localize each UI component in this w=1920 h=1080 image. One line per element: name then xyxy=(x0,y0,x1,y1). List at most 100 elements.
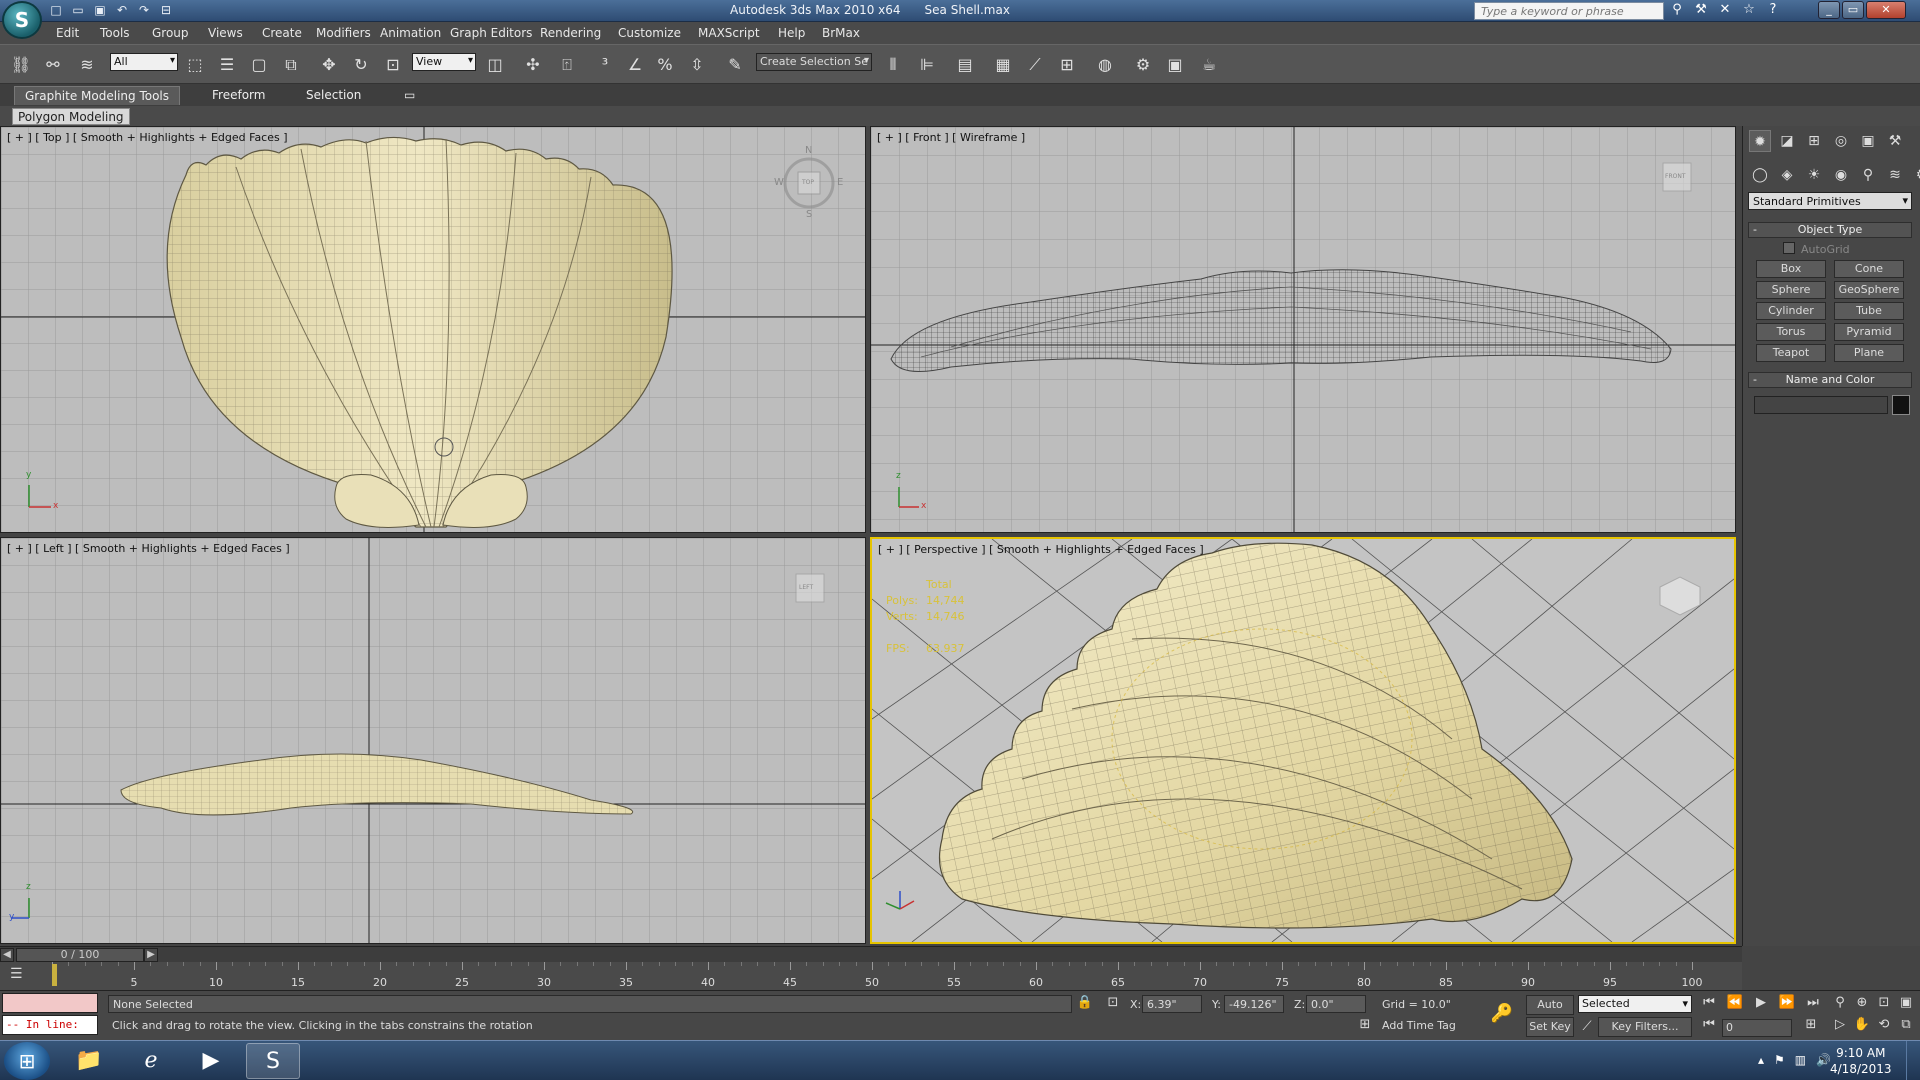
bind-space-warp-icon[interactable]: ≋ xyxy=(74,52,100,78)
select-object-icon[interactable]: ⬚ xyxy=(182,52,208,78)
lock-selection-icon[interactable]: 🔒 xyxy=(1076,995,1094,1013)
binoculars-icon[interactable]: ⚲ xyxy=(1668,2,1686,20)
object-name-field[interactable] xyxy=(1754,396,1888,414)
set-key-icon[interactable]: 🔑 xyxy=(1488,1003,1516,1027)
application-button[interactable]: S xyxy=(2,1,42,39)
utilities-panel-icon[interactable]: ⚒ xyxy=(1884,130,1906,152)
time-configuration-icon[interactable]: ⊞ xyxy=(1800,1017,1822,1035)
object-type-rollout[interactable]: - Object Type xyxy=(1748,222,1912,238)
box-button[interactable]: Box xyxy=(1756,260,1826,278)
spinner-snap-icon[interactable]: ⇳ xyxy=(684,52,710,78)
zoom-icon[interactable]: ⚲ xyxy=(1830,995,1850,1015)
key-filters-button[interactable]: Key Filters... xyxy=(1598,1017,1692,1037)
shapes-icon[interactable]: ◈ xyxy=(1776,164,1798,186)
menu-create[interactable]: Create xyxy=(262,26,302,40)
close-button[interactable]: ✕ xyxy=(1866,1,1906,19)
search-input[interactable]: Type a keyword or phrase xyxy=(1474,2,1664,20)
render-setup-icon[interactable]: ⚙ xyxy=(1130,52,1156,78)
tube-button[interactable]: Tube xyxy=(1834,302,1904,320)
viewcube-face-label[interactable]: LEFT xyxy=(799,584,813,591)
open-file-icon[interactable]: ▭ xyxy=(70,3,86,18)
start-button[interactable]: ⊞ xyxy=(4,1042,50,1080)
mirror-icon[interactable]: ⫴ xyxy=(880,52,906,78)
helpers-icon[interactable]: ⚲ xyxy=(1857,164,1879,186)
menu-brmax[interactable]: BrMax xyxy=(822,26,860,40)
render-production-icon[interactable]: ☕ xyxy=(1196,52,1222,78)
plane-button[interactable]: Plane xyxy=(1834,344,1904,362)
rectangular-selection-icon[interactable]: ▢ xyxy=(246,52,272,78)
viewport-label[interactable]: [ + ] [ Front ] [ Wireframe ] xyxy=(877,131,1025,144)
menu-graph-editors[interactable]: Graph Editors xyxy=(450,26,532,40)
snaps-toggle-icon[interactable]: ³ xyxy=(592,52,618,78)
space-warps-icon[interactable]: ≋ xyxy=(1884,164,1906,186)
maxscript-mini-listener[interactable]: -- In line: xyxy=(2,1015,98,1035)
menu-maxscript[interactable]: MAXScript xyxy=(698,26,760,40)
move-icon[interactable]: ✥ xyxy=(316,52,342,78)
show-desktop-button[interactable] xyxy=(1906,1041,1920,1080)
menu-customize[interactable]: Customize xyxy=(618,26,681,40)
file-explorer-icon[interactable]: 📁 xyxy=(62,1043,116,1079)
maximize-button[interactable]: ▭ xyxy=(1842,1,1864,19)
keyboard-shortcut-override-icon[interactable]: ⍐ xyxy=(554,52,580,78)
network-icon[interactable]: ▥ xyxy=(1795,1053,1806,1067)
pyramid-button[interactable]: Pyramid xyxy=(1834,323,1904,341)
maxscript-listener-field[interactable] xyxy=(2,993,98,1013)
align-icon[interactable]: ⊫ xyxy=(914,52,940,78)
go-to-end-icon[interactable]: ⏭ xyxy=(1802,995,1824,1013)
add-time-tag[interactable]: Add Time Tag xyxy=(1382,1019,1456,1032)
maximize-viewport-icon[interactable]: ⧉ xyxy=(1896,1017,1916,1037)
layer-manager-icon[interactable]: ▤ xyxy=(952,52,978,78)
menu-group[interactable]: Group xyxy=(152,26,189,40)
frame-ruler[interactable]: 5 10 15 20 25 30 35 40 45 50 55 60 65 70 75 80 85 90 95 100 xyxy=(52,962,1703,990)
undo-icon[interactable]: ↶ xyxy=(114,3,130,18)
manipulate-icon[interactable]: ✣ xyxy=(520,52,546,78)
default-tangent-icon[interactable]: ⟋ xyxy=(1578,1019,1596,1037)
current-frame-field[interactable]: 0 xyxy=(1722,1019,1792,1037)
set-key-button[interactable]: Set Key xyxy=(1526,1017,1574,1037)
media-player-icon[interactable]: ▶ xyxy=(184,1043,238,1079)
display-panel-icon[interactable]: ▣ xyxy=(1857,130,1879,152)
viewport-left[interactable]: [ + ] [ Left ] [ Smooth + Highlights + E… xyxy=(0,537,866,944)
select-and-link-icon[interactable]: ⛓ xyxy=(8,52,34,78)
tab-graphite-modeling-tools[interactable]: Graphite Modeling Tools xyxy=(14,86,181,105)
action-center-icon[interactable]: ⚑ xyxy=(1774,1053,1785,1067)
lights-icon[interactable]: ☀ xyxy=(1803,164,1825,186)
window-crossing-icon[interactable]: ⧉ xyxy=(278,52,304,78)
time-slider-thumb[interactable]: 0 / 100 xyxy=(16,948,144,962)
z-coordinate-field[interactable]: 0.0" xyxy=(1306,995,1366,1013)
systems-icon[interactable]: ⚙ xyxy=(1911,164,1920,186)
name-and-color-rollout[interactable]: - Name and Color xyxy=(1748,372,1912,388)
favorites-icon[interactable]: ☆ xyxy=(1740,2,1758,20)
menu-help[interactable]: Help xyxy=(778,26,805,40)
menu-rendering[interactable]: Rendering xyxy=(540,26,601,40)
autogrid-checkbox[interactable]: AutoGrid xyxy=(1783,242,1850,256)
geometry-icon[interactable]: ◯ xyxy=(1749,164,1771,186)
prev-frame-arrow-icon[interactable]: ◀ xyxy=(0,948,14,962)
project-folder-icon[interactable]: ⊟ xyxy=(158,3,174,18)
unlink-icon[interactable]: ⚯ xyxy=(40,52,66,78)
clock[interactable]: 9:10 AM 4/18/2013 xyxy=(1830,1045,1892,1077)
menu-views[interactable]: Views xyxy=(208,26,243,40)
named-selection-dropdown[interactable]: Create Selection Se xyxy=(756,53,872,71)
save-icon[interactable]: ▣ xyxy=(92,3,108,18)
percent-snap-icon[interactable]: % xyxy=(652,52,678,78)
x-coordinate-field[interactable]: 6.39" xyxy=(1142,995,1202,1013)
go-to-start-icon[interactable]: ⏮ xyxy=(1698,995,1720,1013)
track-bar[interactable]: ☰ 5 10 15 20 25 30 35 40 45 50 55 60 65 70 75 80 85 90 95 1… xyxy=(0,962,1742,990)
viewport-top[interactable]: [ + ] [ Top ] [ Smooth + Highlights + Ed… xyxy=(0,126,866,533)
volume-icon[interactable]: 🔊 xyxy=(1816,1053,1831,1067)
new-file-icon[interactable]: □ xyxy=(48,3,64,18)
time-tag-icon[interactable]: ⊞ xyxy=(1356,1017,1374,1035)
motion-panel-icon[interactable]: ◎ xyxy=(1830,130,1852,152)
reference-coordinate-dropdown[interactable]: View xyxy=(412,53,476,71)
torus-button[interactable]: Torus xyxy=(1756,323,1826,341)
rendered-frame-window-icon[interactable]: ▣ xyxy=(1162,52,1188,78)
pivot-center-icon[interactable]: ◫ xyxy=(482,52,508,78)
curve-editor-icon[interactable]: ⟋ xyxy=(1022,52,1048,78)
key-mode-toggle-icon[interactable]: ⏮ xyxy=(1698,1017,1720,1035)
primitive-type-dropdown[interactable]: Standard Primitives xyxy=(1748,192,1912,210)
ribbon-minimize-icon[interactable]: ▭ xyxy=(394,86,425,105)
viewport-front[interactable]: [ + ] [ Front ] [ Wireframe ] FRONT z x xyxy=(870,126,1736,533)
rotate-icon[interactable]: ↻ xyxy=(348,52,374,78)
current-time-marker[interactable] xyxy=(52,964,57,986)
